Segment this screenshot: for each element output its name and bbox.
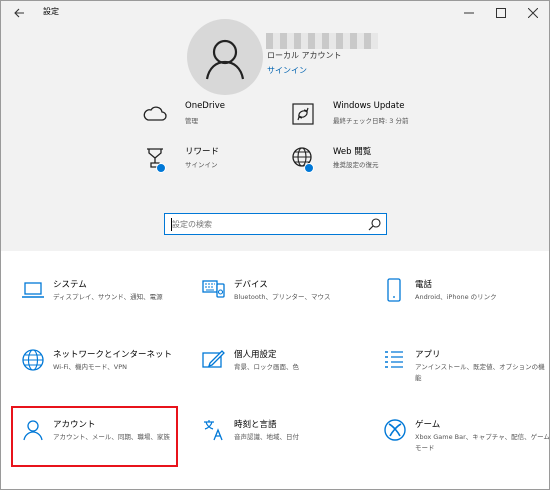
- paint-icon: [202, 350, 225, 368]
- category-name: デバイス: [234, 280, 268, 290]
- service-name: Windows Update: [333, 101, 405, 111]
- category-name: ゲーム: [415, 420, 441, 430]
- category-network[interactable]: ネットワークとインターネット Wi-Fi、機内モード、VPN: [21, 348, 189, 404]
- notification-dot: [156, 163, 166, 173]
- signin-link[interactable]: サインイン: [267, 65, 307, 76]
- account-type: ローカル アカウント: [267, 51, 342, 60]
- category-name: 電話: [415, 280, 433, 290]
- category-apps[interactable]: アプリ アンインストール、既定値、オプションの機能: [383, 348, 549, 404]
- service-onedrive[interactable]: OneDrive 管理: [142, 101, 292, 131]
- category-gaming[interactable]: ゲーム Xbox Game Bar、キャプチャ、配信、ゲーム モード: [383, 418, 550, 474]
- service-sub: 管理: [185, 117, 198, 125]
- back-button[interactable]: [9, 3, 29, 23]
- category-time-language[interactable]: 時刻と言語 音声認識、地域、日付: [202, 418, 370, 474]
- category-system[interactable]: システム ディスプレイ、サウンド、通知、電源: [21, 278, 189, 334]
- minimize-button[interactable]: [455, 1, 483, 25]
- maximize-button[interactable]: [487, 1, 515, 25]
- window-title: 設定: [43, 7, 59, 16]
- category-phone[interactable]: 電話 Android、iPhone のリンク: [383, 278, 549, 334]
- settings-window: 設定 ローカル アカウント サインイン OneDrive 管理 Windows …: [0, 0, 550, 490]
- category-desc: 音声認識、地域、日付: [234, 433, 299, 441]
- apps-list-icon: [385, 351, 403, 368]
- category-name: アプリ: [415, 350, 441, 360]
- category-desc: 背景、ロック画面、色: [234, 363, 299, 371]
- category-personalization[interactable]: 個人用設定 背景、ロック画面、色: [202, 348, 370, 404]
- person-icon: [205, 39, 245, 80]
- close-icon: [527, 7, 539, 19]
- service-sub: 最終チェック日時: 3 分前: [333, 117, 409, 125]
- arrow-left-icon: [14, 8, 24, 18]
- close-button[interactable]: [519, 1, 547, 25]
- service-rewards[interactable]: リワード サインイン: [142, 145, 292, 175]
- title-bar: 設定: [1, 1, 549, 25]
- category-name: システム: [53, 280, 87, 290]
- service-name: Web 閲覧: [333, 147, 372, 157]
- category-desc: アンインストール、既定値、オプションの機能: [415, 363, 545, 382]
- devices-icon: [202, 280, 225, 298]
- avatar[interactable]: [187, 19, 263, 95]
- category-desc: ディスプレイ、サウンド、通知、電源: [53, 293, 163, 301]
- minimize-icon: [464, 12, 474, 14]
- time-language-icon: [204, 420, 223, 441]
- service-windows-update[interactable]: Windows Update 最終チェック日時: 3 分前: [290, 101, 450, 131]
- category-desc: Wi-Fi、機内モード、VPN: [53, 363, 127, 371]
- phone-icon: [387, 278, 401, 302]
- laptop-icon: [22, 282, 44, 298]
- service-name: リワード: [185, 147, 220, 157]
- maximize-icon: [496, 8, 506, 18]
- category-desc: Xbox Game Bar、キャプチャ、配信、ゲーム モード: [415, 433, 550, 452]
- service-sub: 推奨設定の復元: [333, 161, 379, 169]
- category-desc: Bluetooth、プリンター、マウス: [234, 293, 331, 301]
- category-devices[interactable]: デバイス Bluetooth、プリンター、マウス: [202, 278, 370, 334]
- xbox-icon: [384, 419, 406, 441]
- category-name: ネットワークとインターネット: [53, 350, 173, 360]
- service-sub: サインイン: [185, 161, 218, 169]
- service-web-browsing[interactable]: Web 閲覧 推奨設定の復元: [290, 145, 440, 175]
- search-placeholder: 設定の検索: [172, 220, 212, 229]
- category-name: 時刻と言語: [234, 420, 277, 430]
- category-name: 個人用設定: [234, 350, 277, 360]
- accounts-highlight-box: [11, 406, 178, 467]
- globe-icon: [22, 349, 44, 371]
- refresh-icon: [292, 103, 314, 125]
- category-desc: Android、iPhone のリンク: [415, 293, 497, 301]
- service-name: OneDrive: [185, 101, 225, 111]
- account-name-pixelated: [266, 33, 378, 49]
- search-icon: [368, 218, 381, 231]
- notification-dot: [304, 163, 314, 173]
- settings-search-input[interactable]: 設定の検索: [164, 213, 387, 235]
- cloud-icon: [143, 106, 167, 121]
